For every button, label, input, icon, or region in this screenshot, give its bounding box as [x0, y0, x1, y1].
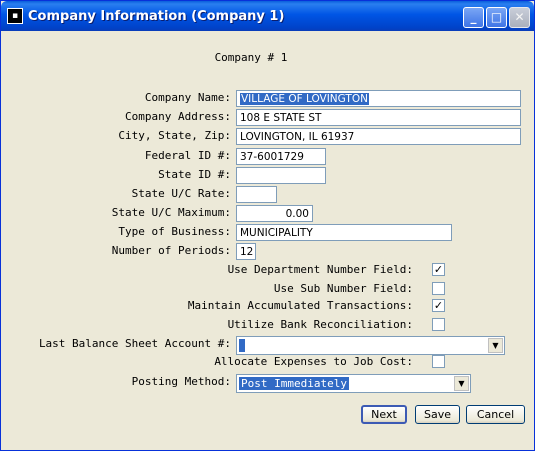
federal-id-label: Federal ID #: [144, 149, 231, 162]
save-button[interactable]: Save [415, 405, 460, 424]
chevron-down-icon[interactable]: ▼ [454, 376, 469, 391]
app-icon[interactable]: ▪ [7, 8, 23, 24]
cancel-button[interactable]: Cancel [466, 405, 525, 424]
state-uc-rate-field[interactable] [236, 186, 277, 203]
chevron-down-icon[interactable]: ▼ [488, 338, 503, 353]
number-of-periods-field[interactable]: 12 [236, 243, 256, 260]
use-department-label: Use Department Number Field: [227, 263, 413, 276]
federal-id-field[interactable]: 37-6001729 [236, 148, 326, 165]
posting-method-value: Post Immediately [239, 377, 349, 390]
allocate-expenses-checkbox[interactable] [432, 355, 445, 368]
number-of-periods-label: Number of Periods: [111, 244, 231, 257]
last-balance-sheet-label: Last Balance Sheet Account #: [38, 337, 231, 350]
title-bar[interactable]: ▪ Company Information (Company 1) _ □ ✕ [1, 1, 534, 31]
posting-method-label: Posting Method: [131, 375, 231, 388]
bank-reconciliation-label: Utilize Bank Reconciliation: [227, 318, 413, 331]
posting-method-dropdown[interactable]: Post Immediately ▼ [236, 374, 471, 393]
minimize-button[interactable]: _ [463, 7, 484, 28]
city-state-zip-label: City, State, Zip: [118, 129, 231, 142]
type-of-business-label: Type of Business: [118, 225, 231, 238]
maintain-accumulated-label: Maintain Accumulated Transactions: [187, 299, 413, 312]
state-id-label: State ID #: [158, 168, 231, 181]
state-uc-maximum-field[interactable]: 0.00 [236, 205, 313, 222]
close-button[interactable]: ✕ [509, 7, 530, 28]
company-info-window: ▪ Company Information (Company 1) _ □ ✕ … [0, 0, 535, 451]
company-address-field[interactable]: 108 E STATE ST [236, 109, 521, 126]
state-uc-maximum-label: State U/C Maximum: [111, 206, 231, 219]
allocate-expenses-label: Allocate Expenses to Job Cost: [214, 355, 413, 368]
company-address-label: Company Address: [125, 110, 231, 123]
use-sub-number-checkbox[interactable] [432, 282, 445, 295]
last-balance-sheet-value [239, 339, 245, 352]
use-department-checkbox[interactable]: ✓ [432, 263, 445, 276]
company-number-heading: Company # 1 [214, 51, 288, 64]
use-sub-number-label: Use Sub Number Field: [273, 282, 413, 295]
state-uc-rate-label: State U/C Rate: [131, 187, 231, 200]
company-name-value: VILLAGE OF LOVINGTON [240, 93, 369, 105]
bank-reconciliation-checkbox[interactable] [432, 318, 445, 331]
maximize-button[interactable]: □ [486, 7, 507, 28]
company-name-label: Company Name: [144, 91, 231, 104]
city-state-zip-field[interactable]: LOVINGTON, IL 61937 [236, 128, 521, 145]
type-of-business-field[interactable]: MUNICIPALITY [236, 224, 452, 241]
state-id-field[interactable] [236, 167, 326, 184]
last-balance-sheet-dropdown[interactable]: ▼ [236, 336, 505, 355]
next-button[interactable]: Next [361, 405, 407, 424]
maintain-accumulated-checkbox[interactable]: ✓ [432, 299, 445, 312]
company-name-field[interactable]: VILLAGE OF LOVINGTON [236, 90, 521, 107]
window-title: Company Information (Company 1) [28, 9, 285, 24]
